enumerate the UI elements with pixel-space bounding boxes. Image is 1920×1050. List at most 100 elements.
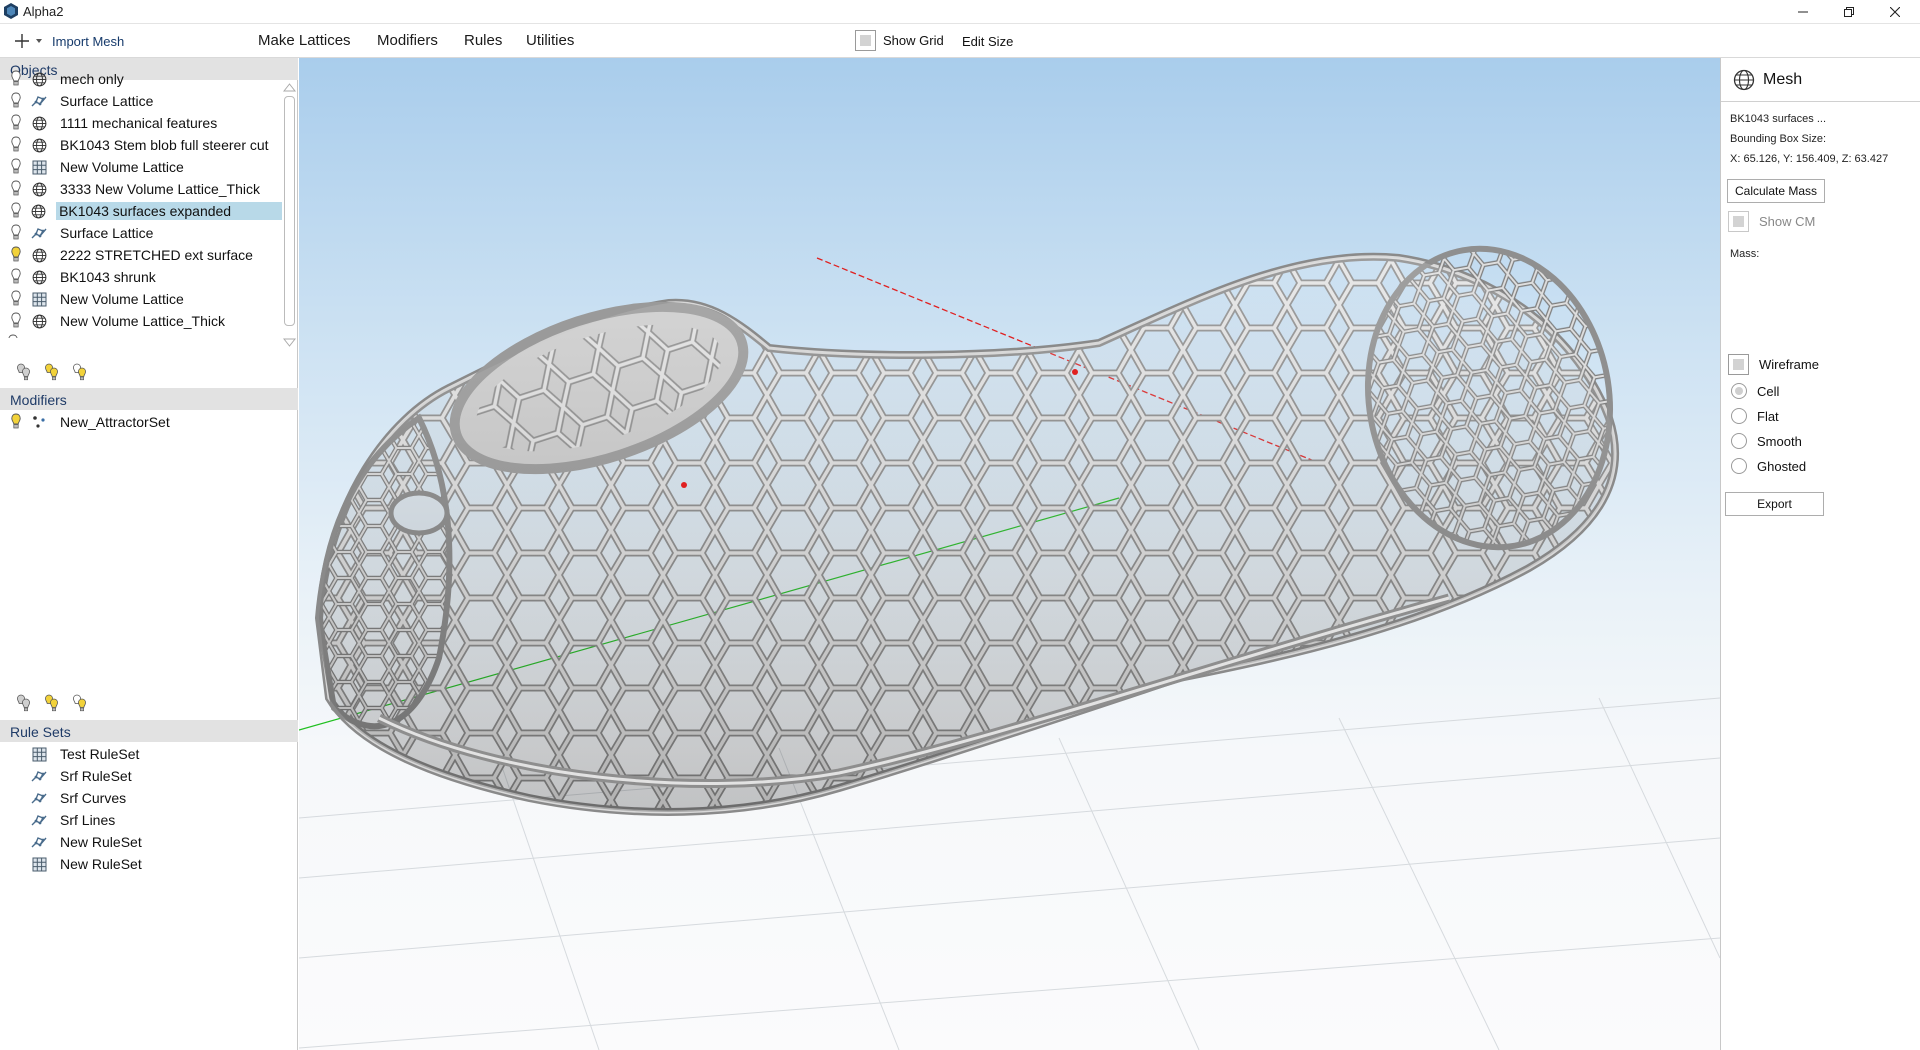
render-mode-ghosted[interactable]: Ghosted	[1731, 458, 1806, 474]
bulb-off-icon[interactable]	[8, 202, 24, 220]
menu-rules[interactable]: Rules	[464, 32, 502, 49]
radio-flat[interactable]	[1731, 408, 1747, 424]
bbox-value: X: 65.126, Y: 156.409, Z: 63.427	[1730, 153, 1889, 165]
list-item[interactable]: Surface Lattice	[0, 222, 282, 244]
list-item[interactable]: New RuleSet	[0, 831, 282, 853]
bulb-off-icon[interactable]	[8, 92, 24, 110]
bulb-off-icon[interactable]	[8, 70, 24, 88]
list-item[interactable]: Srf RuleSet	[0, 765, 282, 787]
menu-modifiers[interactable]: Modifiers	[377, 32, 438, 49]
list-item[interactable]: Surface Lattice	[0, 90, 282, 112]
edit-size-button[interactable]: Edit Size	[962, 34, 1013, 49]
bulb-off-icon[interactable]	[8, 158, 24, 176]
scroll-up-icon[interactable]	[282, 82, 297, 92]
show-cm-checkbox[interactable]	[1728, 211, 1749, 232]
render-mode-cell[interactable]: Cell	[1731, 383, 1779, 399]
volume-lattice-icon	[30, 855, 48, 873]
list-item[interactable]: mech only	[0, 68, 282, 90]
list-item[interactable]: New Volume Lattice_Thick	[0, 310, 282, 332]
list-item[interactable]: New_AttractorSet	[0, 411, 282, 433]
list-item[interactable]: New RuleSet	[0, 853, 282, 875]
bulb-off-icon[interactable]	[8, 290, 24, 308]
globe-icon	[30, 180, 48, 198]
list-item[interactable]: 3333 New Volume Lattice_Thick	[0, 178, 282, 200]
lattice-mesh-model	[314, 245, 1620, 816]
lattice-icon	[30, 833, 48, 851]
show-all-icon[interactable]	[42, 693, 62, 716]
bulb-off-icon[interactable]	[8, 180, 24, 198]
toggle-visibility-icon[interactable]	[70, 362, 90, 385]
hide-all-icon[interactable]	[14, 693, 34, 716]
globe-icon	[30, 312, 48, 330]
show-cm-toggle[interactable]: Show CM	[1728, 211, 1815, 232]
show-grid-checkbox[interactable]	[855, 30, 876, 51]
list-item[interactable]: New Volume Lattice	[0, 156, 282, 178]
radio-cell[interactable]	[1731, 383, 1747, 399]
list-item[interactable]: 1111 mechanical features	[0, 112, 282, 134]
bulb-on-icon[interactable]	[8, 246, 24, 264]
wireframe-checkbox[interactable]	[1728, 354, 1749, 375]
import-mesh-button[interactable]: Import Mesh	[14, 29, 124, 53]
list-item[interactable]: BK1043 shrunk volume lattice EXPANDE	[0, 332, 282, 338]
radio-ghosted[interactable]	[1731, 458, 1747, 474]
app-logo-icon	[4, 3, 18, 19]
calculate-mass-button[interactable]: Calculate Mass	[1727, 179, 1825, 203]
show-grid-toggle[interactable]: Show Grid	[855, 30, 944, 51]
mesh-name: BK1043 surfaces ...	[1730, 113, 1826, 125]
bulb-off-icon[interactable]	[8, 224, 24, 242]
globe-icon	[30, 246, 48, 264]
bulb-off-icon[interactable]	[8, 312, 24, 330]
render-mode-label: Flat	[1757, 408, 1779, 424]
list-item[interactable]: BK1043 surfaces expanded	[0, 200, 282, 222]
3d-viewport[interactable]	[299, 58, 1720, 1050]
bulb-off-icon[interactable]	[8, 334, 18, 338]
scroll-down-icon[interactable]	[282, 338, 297, 348]
objects-scrollbar[interactable]	[282, 82, 297, 348]
lattice-icon	[30, 92, 48, 110]
volume-lattice-icon	[30, 745, 48, 763]
list-item[interactable]: New Volume Lattice	[0, 288, 282, 310]
import-mesh-label: Import Mesh	[52, 33, 125, 49]
list-item[interactable]: BK1043 shrunk	[0, 266, 282, 288]
wireframe-toggle[interactable]: Wireframe	[1728, 354, 1819, 375]
globe-icon	[30, 268, 48, 286]
mass-label: Mass:	[1730, 248, 1760, 260]
radio-smooth[interactable]	[1731, 433, 1747, 449]
bulb-on-icon[interactable]	[8, 413, 24, 431]
minimize-button[interactable]	[1780, 0, 1826, 24]
render-mode-flat[interactable]: Flat	[1731, 408, 1779, 424]
restore-button[interactable]	[1826, 0, 1872, 24]
bulb-off-icon[interactable]	[8, 136, 24, 154]
lattice-icon	[24, 334, 40, 338]
main-toolbar: Import Mesh Make Lattices Modifiers Rule…	[0, 24, 1920, 58]
bulb-off-icon[interactable]	[8, 268, 24, 286]
mesh-panel-header: Mesh	[1721, 58, 1920, 102]
close-button[interactable]	[1872, 0, 1918, 24]
bulb-off-icon[interactable]	[8, 114, 24, 132]
hide-all-icon[interactable]	[14, 362, 34, 385]
objects-scroll-thumb[interactable]	[284, 96, 295, 326]
render-mode-smooth[interactable]: Smooth	[1731, 433, 1802, 449]
list-item[interactable]: BK1043 Stem blob full steerer cut	[0, 134, 282, 156]
list-item-label: mech only	[60, 71, 124, 87]
attractor-icon	[30, 413, 48, 431]
list-item[interactable]: 2222 STRETCHED ext surface	[0, 244, 282, 266]
bbox-label: Bounding Box Size:	[1730, 133, 1827, 145]
lattice-icon	[30, 789, 48, 807]
list-item[interactable]: Srf Curves	[0, 787, 282, 809]
menu-make-lattices[interactable]: Make Lattices	[258, 32, 351, 49]
restore-icon	[1844, 7, 1854, 17]
list-item-label: New_AttractorSet	[60, 414, 170, 430]
properties-panel: Mesh BK1043 surfaces ... Bounding Box Si…	[1720, 58, 1920, 1050]
list-item-label: 1111 mechanical features	[60, 115, 218, 131]
export-button[interactable]: Export	[1725, 492, 1824, 516]
list-item-label: New RuleSet	[60, 834, 142, 850]
modifiers-visibility-tools	[14, 693, 90, 716]
list-item[interactable]: Test RuleSet	[0, 743, 282, 765]
show-all-icon[interactable]	[42, 362, 62, 385]
list-item-label: Surface Lattice	[60, 225, 154, 241]
mesh-panel-title: Mesh	[1763, 70, 1803, 88]
menu-utilities[interactable]: Utilities	[526, 32, 574, 49]
toggle-visibility-icon[interactable]	[70, 693, 90, 716]
list-item[interactable]: Srf Lines	[0, 809, 282, 831]
